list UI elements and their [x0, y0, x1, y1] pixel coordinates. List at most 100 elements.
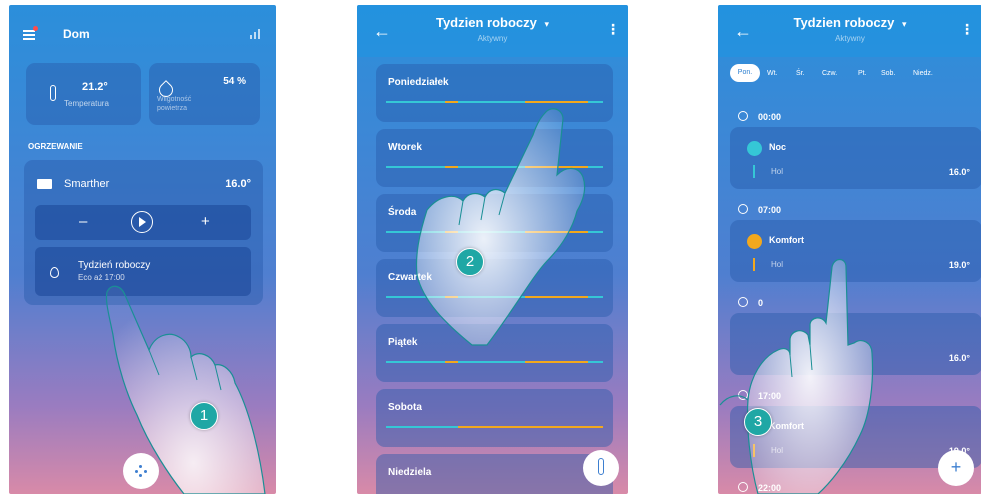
day-tab[interactable]: Czw.: [822, 70, 837, 77]
more-options-icon[interactable]: ⋮: [960, 21, 974, 38]
program-title-text: Tydzien roboczy: [435, 15, 537, 30]
schedule-bar: [386, 166, 603, 168]
day-row[interactable]: Sobota: [376, 389, 613, 447]
day-row[interactable]: Piątek: [376, 324, 613, 382]
comfort-segment: [444, 231, 458, 233]
increase-button[interactable]: +: [201, 213, 210, 230]
signal-icon[interactable]: [250, 29, 262, 39]
step-badge: 3: [744, 408, 772, 436]
add-slot-button[interactable]: +: [938, 450, 974, 486]
comfort-segment: [457, 426, 603, 428]
comfort-segment: [444, 361, 458, 363]
thermostat-temp: 16.0°: [225, 178, 251, 190]
day-tab[interactable]: Śr.: [796, 70, 805, 77]
thermostat-controls: – +: [35, 205, 251, 240]
plus-icon: +: [950, 457, 962, 477]
slot-mode-line: [753, 165, 755, 178]
slot-room: Hol: [771, 446, 784, 455]
decrease-button[interactable]: –: [79, 213, 87, 230]
slot-card[interactable]: 16.0°: [730, 313, 981, 375]
program-status: Aktywny: [835, 34, 865, 43]
comfort-segment: [444, 101, 458, 103]
slot-temp: 16.0°: [948, 167, 970, 177]
slot-temp: 16.0°: [948, 353, 970, 363]
time-header: 22:00: [738, 482, 781, 493]
day-name: Niedziela: [388, 467, 432, 478]
thermostat-device-icon: [37, 179, 52, 189]
slot-room: Hol: [771, 167, 784, 176]
slot-mode-line: [753, 444, 755, 457]
day-row[interactable]: Wtorek: [376, 129, 613, 187]
clock-icon: [738, 204, 748, 214]
grid-dots-icon: [135, 465, 147, 477]
day-row[interactable]: Czwartek: [376, 259, 613, 317]
program-row[interactable]: Tydzień roboczy Eco aż 17:00: [35, 247, 251, 296]
humidity-card[interactable]: 54 % Wilgotność powietrza: [149, 63, 260, 125]
humidity-label: Wilgotność powietrza: [157, 96, 192, 112]
phone-screen-day: ← Tydzien roboczy ▾ Aktywny ⋮ Pon. Wt. Śr.…: [718, 5, 981, 494]
temperature-card[interactable]: 21.2° Temperatura: [26, 63, 141, 125]
home-menu-button[interactable]: [123, 453, 159, 489]
comfort-segment: [524, 166, 588, 168]
thermometer-button[interactable]: [583, 450, 619, 486]
menu-icon[interactable]: [23, 26, 38, 40]
comfort-segment: [524, 101, 588, 103]
slot-card[interactable]: Noc Hol 16.0°: [730, 127, 981, 189]
phone-screen-home: Dom 21.2° Temperatura 54 % Wilgotność po…: [9, 5, 276, 494]
notification-dot-icon: [33, 26, 38, 31]
caret-down-icon: ▾: [544, 19, 550, 29]
slot-room: Hol: [771, 260, 784, 269]
clock-icon: [738, 482, 748, 492]
day-row[interactable]: Poniedziałek: [376, 64, 613, 122]
schedule-bar: [386, 101, 603, 103]
program-status: Aktywny: [477, 34, 508, 43]
app-bar: ← Tydzien roboczy ▾ Aktywny ⋮: [357, 5, 628, 57]
play-icon: [139, 217, 146, 227]
thermometer-icon: [598, 458, 604, 475]
slot-mode-line: [753, 258, 755, 271]
slot-mode: Noc: [769, 142, 787, 152]
day-tab[interactable]: Sob.: [881, 70, 895, 77]
more-options-icon[interactable]: ⋮: [606, 21, 620, 38]
program-title[interactable]: Tydzien roboczy ▾: [718, 15, 981, 30]
schedule-bar: [386, 361, 603, 363]
clock-icon: [738, 297, 748, 307]
day-tab[interactable]: Pt.: [858, 70, 867, 77]
thermostat-name: Smarther: [64, 178, 110, 190]
schedule-bar: [386, 426, 603, 428]
app-bar: ← Tydzien roboczy ▾ Aktywny ⋮: [718, 5, 981, 57]
clock-icon: [738, 111, 748, 121]
phone-screen-week: ← Tydzien roboczy ▾ Aktywny ⋮ Poniedział…: [357, 5, 628, 494]
slot-card[interactable]: Komfort Hol 19.0°: [730, 220, 981, 282]
time-header: 0: [738, 297, 763, 308]
home-title: Dom: [63, 27, 90, 41]
play-mode-button[interactable]: [131, 211, 153, 233]
slot-mode: Komfort: [769, 421, 804, 431]
day-name: Sobota: [388, 402, 422, 413]
sun-icon: [747, 234, 762, 249]
comfort-segment: [524, 296, 588, 298]
caret-down-icon: ▾: [901, 19, 907, 29]
moon-icon: [747, 141, 762, 156]
day-name: Poniedziałek: [388, 77, 449, 88]
comfort-segment: [524, 231, 588, 233]
comfort-segment: [524, 361, 588, 363]
day-tab[interactable]: Pon.: [730, 64, 760, 82]
day-name: Piątek: [388, 337, 418, 348]
thermostat-card[interactable]: Smarther 16.0° – + Tydzień roboczy Eco a…: [24, 160, 263, 305]
comfort-segment: [444, 296, 458, 298]
slot-mode: Komfort: [769, 235, 804, 245]
day-name: Wtorek: [388, 142, 422, 153]
day-tab[interactable]: Wt.: [767, 70, 778, 77]
comfort-segment: [444, 166, 458, 168]
program-title[interactable]: Tydzien roboczy ▾: [357, 15, 628, 30]
time-header: 00:00: [738, 111, 781, 122]
day-tab[interactable]: Niedz.: [913, 70, 933, 77]
schedule-bar: [386, 231, 603, 233]
time-header: 17:00: [738, 390, 781, 401]
thermometer-icon: [50, 85, 56, 101]
day-row[interactable]: Niedziela: [376, 454, 613, 494]
flame-icon: [50, 267, 59, 278]
step-badge: 1: [190, 402, 218, 430]
day-row[interactable]: Środa: [376, 194, 613, 252]
